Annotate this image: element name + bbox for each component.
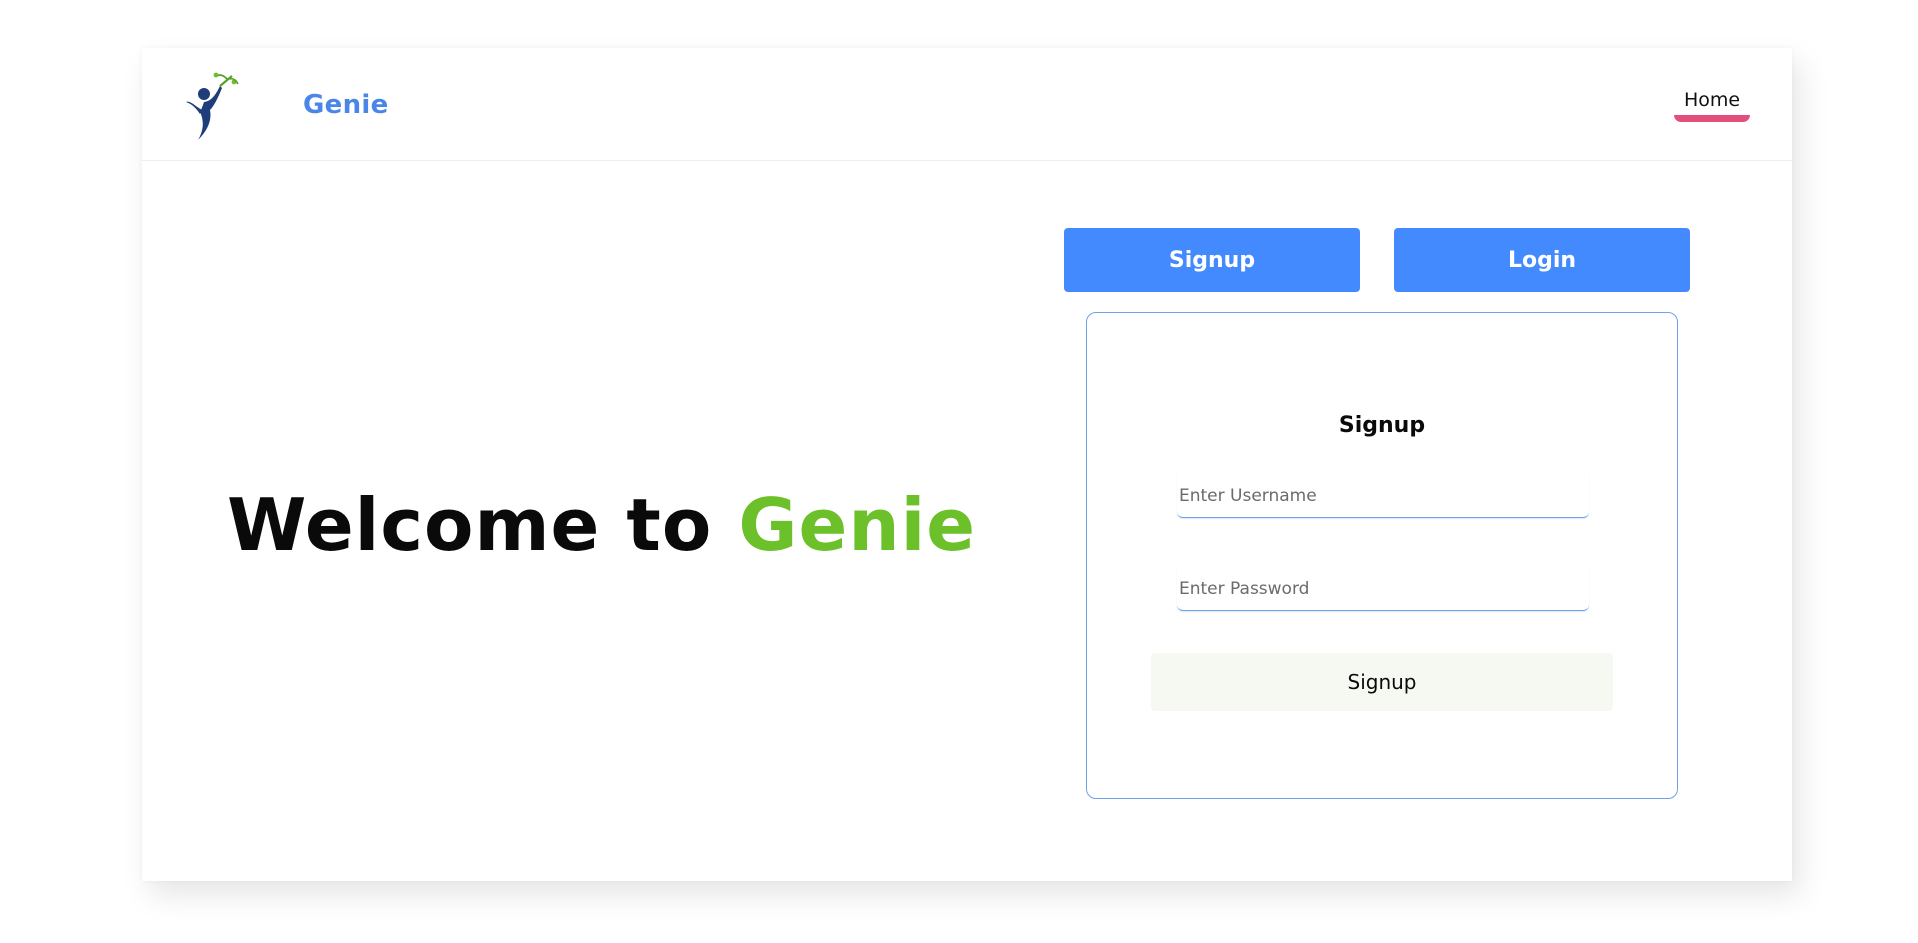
- navbar: Genie Home: [142, 48, 1792, 161]
- nav-home-active-indicator: [1674, 115, 1750, 122]
- form-title: Signup: [1338, 413, 1426, 438]
- username-input[interactable]: [1177, 474, 1589, 518]
- nav-home-label: Home: [1683, 89, 1741, 111]
- main-card: Genie Home Welcome to Genie Signup Login…: [142, 48, 1792, 881]
- signup-form: Signup Signup: [1086, 312, 1678, 799]
- signup-tab-button[interactable]: Signup: [1064, 228, 1360, 292]
- password-input[interactable]: [1177, 567, 1589, 611]
- nav-home-link[interactable]: Home: [1674, 86, 1750, 122]
- signup-submit-button[interactable]: Signup: [1151, 653, 1613, 711]
- login-tab-button[interactable]: Login: [1394, 228, 1690, 292]
- brand-name[interactable]: Genie: [303, 90, 389, 120]
- welcome-heading: Welcome to Genie: [227, 483, 976, 567]
- welcome-accent: Genie: [738, 483, 977, 567]
- welcome-text: Welcome to: [227, 483, 739, 567]
- genie-figure-logo-icon[interactable]: [182, 70, 240, 140]
